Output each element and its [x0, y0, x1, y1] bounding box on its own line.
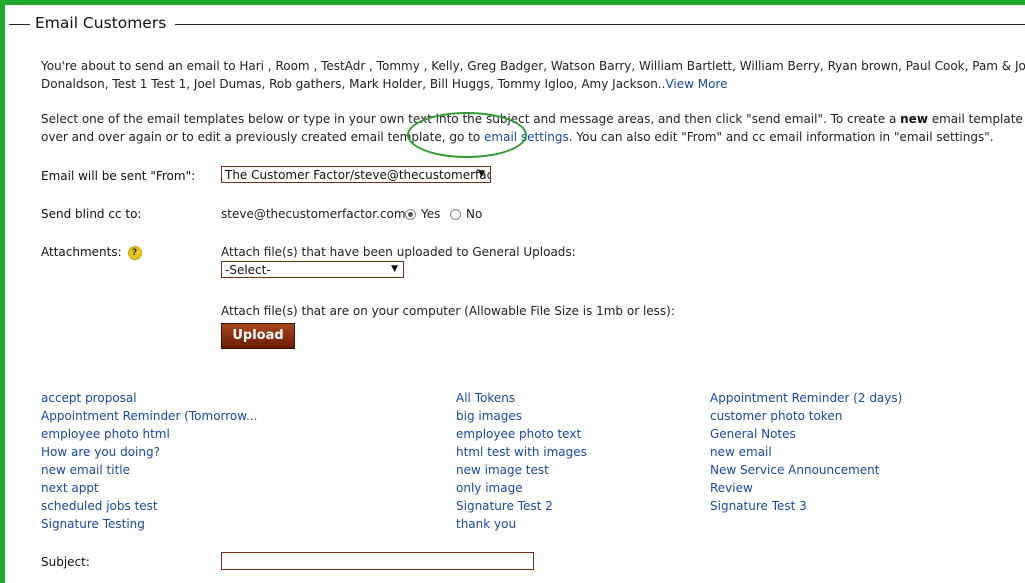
template-link[interactable]: big images	[456, 407, 587, 425]
template-link[interactable]: html test with images	[456, 443, 587, 461]
general-uploads-select-value: -Select-	[225, 263, 271, 277]
bcc-email: steve@thecustomerfactor.com	[221, 207, 406, 221]
bcc-label: Send blind cc to:	[41, 207, 142, 221]
subject-label: Subject:	[41, 555, 90, 569]
templates-column-3: Appointment Reminder (2 days) customer p…	[710, 389, 902, 515]
bcc-yes-label: Yes	[421, 207, 441, 221]
upload-button[interactable]: Upload	[221, 323, 295, 349]
template-link[interactable]: new email title	[41, 461, 257, 479]
general-uploads-select[interactable]: -Select- ▼	[221, 261, 404, 278]
recipients-line-2: Donaldson, Test 1 Test 1, Joel Dumas, Ro…	[41, 75, 1025, 93]
bcc-yes-radio[interactable]	[405, 209, 416, 220]
template-link[interactable]: scheduled jobs test	[41, 497, 257, 515]
recipients-line-1: You're about to send an email to Hari , …	[41, 59, 1025, 73]
chevron-down-icon: ▼	[391, 264, 398, 274]
bcc-yes-option[interactable]: Yes	[405, 207, 440, 221]
template-link[interactable]: Review	[710, 479, 902, 497]
template-link[interactable]: employee photo text	[456, 425, 587, 443]
templates-column-2: All Tokens big images employee photo tex…	[456, 389, 587, 533]
highlight-circle	[407, 112, 527, 158]
from-label: Email will be sent "From":	[41, 169, 196, 183]
template-link[interactable]: employee photo html	[41, 425, 257, 443]
template-link[interactable]: thank you	[456, 515, 587, 533]
subject-input[interactable]	[221, 552, 534, 570]
general-uploads-label: Attach file(s) that have been uploaded t…	[221, 245, 576, 259]
instructions-bold-new: new	[900, 112, 928, 126]
instructions-text: Select one of the email templates below …	[41, 110, 1025, 146]
templates-column-1: accept proposal Appointment Reminder (To…	[41, 389, 257, 533]
bcc-no-option[interactable]: No	[450, 207, 482, 221]
instructions-line-1: Select one of the email templates below …	[41, 110, 1025, 128]
template-link[interactable]: new email	[710, 443, 902, 461]
template-link[interactable]: Appointment Reminder (Tomorrow...	[41, 407, 257, 425]
instructions-text-b: email template that you can save an	[931, 112, 1025, 126]
computer-upload-label: Attach file(s) that are on your computer…	[221, 304, 675, 318]
page-title: Email Customers	[33, 14, 169, 32]
from-select[interactable]: The Customer Factor/steve@thecustomerfac…	[221, 166, 491, 183]
attachments-label: Attachments:	[41, 245, 122, 259]
view-more-link[interactable]: View More	[665, 77, 727, 91]
from-select-value: The Customer Factor/steve@thecustomerfac…	[225, 168, 490, 182]
template-link[interactable]: Appointment Reminder (2 days)	[710, 389, 902, 407]
template-link[interactable]: New Service Announcement	[710, 461, 902, 479]
template-link[interactable]: All Tokens	[456, 389, 587, 407]
help-icon[interactable]: ?	[127, 245, 142, 260]
template-link[interactable]: only image	[456, 479, 587, 497]
template-link[interactable]: How are you doing?	[41, 443, 257, 461]
legend-divider	[175, 24, 1025, 25]
bcc-no-label: No	[466, 207, 483, 221]
legend-divider	[9, 24, 30, 25]
template-link[interactable]: customer photo token	[710, 407, 902, 425]
instructions-text-d: . You can also edit "From" and cc email …	[568, 130, 994, 144]
template-link[interactable]: new image test	[456, 461, 587, 479]
email-customers-panel: Email Customers You're about to send an …	[5, 5, 1025, 583]
recipients-line-2-text: Donaldson, Test 1 Test 1, Joel Dumas, Ro…	[41, 77, 666, 91]
instructions-line-2: over and over again or to edit a previou…	[41, 128, 1025, 146]
template-link[interactable]: next appt	[41, 479, 257, 497]
template-link[interactable]: Signature Test 3	[710, 497, 902, 515]
template-link[interactable]: General Notes	[710, 425, 902, 443]
template-link[interactable]: Signature Testing	[41, 515, 257, 533]
template-link[interactable]: accept proposal	[41, 389, 257, 407]
attachments-row: Attachments:?	[41, 245, 142, 260]
recipients-text: You're about to send an email to Hari , …	[41, 57, 1025, 93]
chevron-down-icon: ▼	[478, 169, 485, 179]
bcc-no-radio[interactable]	[450, 209, 461, 220]
template-link[interactable]: Signature Test 2	[456, 497, 587, 515]
